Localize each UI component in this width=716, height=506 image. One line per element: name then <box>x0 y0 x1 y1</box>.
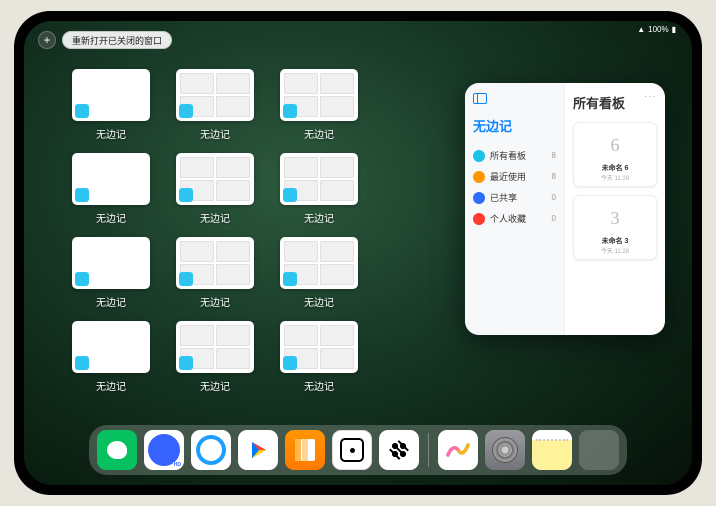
window-thumbnail[interactable]: 无边记 <box>280 153 358 225</box>
dock-app-freeform[interactable] <box>438 430 478 470</box>
window-label: 无边记 <box>304 210 334 225</box>
window-thumbnail[interactable]: 无边记 <box>176 237 254 309</box>
window-thumbnail[interactable]: 无边记 <box>176 321 254 393</box>
category-icon <box>473 150 485 162</box>
dock: HD <box>89 425 627 475</box>
window-thumbnail[interactable]: 无边记 <box>280 237 358 309</box>
sidebar-item-count: 0 <box>552 193 556 202</box>
battery-icon: ▮ <box>672 25 676 34</box>
dock-app-quark-hd[interactable]: HD <box>144 430 184 470</box>
board-time: 今天 11:29 <box>578 173 652 182</box>
dock-app-dot[interactable] <box>332 430 372 470</box>
window-label: 无边记 <box>96 126 126 141</box>
add-window-button[interactable]: + <box>38 31 56 49</box>
sidebar-item-count: 8 <box>552 151 556 160</box>
board-name: 未命名 6 <box>578 163 652 173</box>
sidebar-item-count: 8 <box>552 172 556 181</box>
window-thumbnail[interactable]: 无边记 <box>280 69 358 141</box>
sidebar-panel: 无边记 所有看板 8 最近使用 8 已共享 0 个人收藏 0 <box>465 83 565 335</box>
battery-text: 100% <box>648 25 668 34</box>
sidebar-item[interactable]: 最近使用 8 <box>473 166 556 187</box>
board-time: 今天 11:28 <box>578 246 652 255</box>
window-label: 无边记 <box>96 294 126 309</box>
sidebar-item[interactable]: 已共享 0 <box>473 187 556 208</box>
window-thumbnail[interactable]: 无边记 <box>176 69 254 141</box>
window-thumbnail[interactable]: 无边记 <box>72 153 150 225</box>
board-name: 未命名 3 <box>578 236 652 246</box>
reopen-closed-window-button[interactable]: 重新打开已关闭的窗口 <box>62 31 172 49</box>
status-bar: ▲ 100% ▮ <box>637 25 676 34</box>
window-thumbnail[interactable]: 无边记 <box>72 69 150 141</box>
category-icon <box>473 171 485 183</box>
window-label: 无边记 <box>200 210 230 225</box>
window-thumbnail[interactable]: 无边记 <box>280 321 358 393</box>
sidebar-item-label: 所有看板 <box>490 149 526 162</box>
board-thumbnail: 6 <box>596 129 634 161</box>
window-label: 无边记 <box>200 126 230 141</box>
dock-separator <box>428 433 429 467</box>
app-switcher-grid: 无边记无边记无边记无边记无边记无边记无边记无边记无边记无边记无边记无边记 <box>72 69 358 393</box>
sidebar-item-label: 已共享 <box>490 191 517 204</box>
sidebar-item-label: 个人收藏 <box>490 212 526 225</box>
window-thumbnail[interactable]: 无边记 <box>72 237 150 309</box>
dock-app-video[interactable] <box>238 430 278 470</box>
sidebar-item[interactable]: 个人收藏 0 <box>473 208 556 229</box>
sidebar-item-label: 最近使用 <box>490 170 526 183</box>
window-label: 无边记 <box>96 210 126 225</box>
sidebar-item[interactable]: 所有看板 8 <box>473 145 556 166</box>
category-icon <box>473 213 485 225</box>
slideover-panel[interactable]: ··· 无边记 所有看板8最近使用8已共享0个人收藏0 所有看板 6未命名 6今… <box>465 83 665 335</box>
window-thumbnail[interactable]: 无边记 <box>176 153 254 225</box>
sidebar-icon[interactable] <box>473 93 487 104</box>
boards-panel: 所有看板 6未命名 6今天 11:293未命名 3今天 11:28 <box>565 83 665 335</box>
wifi-icon: ▲ <box>637 25 645 34</box>
more-icon[interactable]: ··· <box>644 91 657 102</box>
dock-app-quark[interactable] <box>191 430 231 470</box>
sidebar-item-count: 0 <box>552 214 556 223</box>
window-label: 无边记 <box>96 378 126 393</box>
board-card[interactable]: 3 未命名 3今天 11:28 <box>573 195 657 260</box>
dock-app-wechat[interactable] <box>97 430 137 470</box>
dock-app-books[interactable] <box>285 430 325 470</box>
window-label: 无边记 <box>304 294 334 309</box>
window-thumbnail[interactable]: 无边记 <box>72 321 150 393</box>
window-label: 无边记 <box>304 378 334 393</box>
board-card[interactable]: 6 未命名 6今天 11:29 <box>573 122 657 187</box>
screen: ▲ 100% ▮ + 重新打开已关闭的窗口 无边记无边记无边记无边记无边记无边记… <box>24 21 692 485</box>
dock-app-settings[interactable] <box>485 430 525 470</box>
window-label: 无边记 <box>200 294 230 309</box>
window-label: 无边记 <box>200 378 230 393</box>
ipad-frame: ▲ 100% ▮ + 重新打开已关闭的窗口 无边记无边记无边记无边记无边记无边记… <box>14 11 702 495</box>
dock-app-library[interactable] <box>579 430 619 470</box>
dock-app-graph[interactable] <box>379 430 419 470</box>
dock-app-notes[interactable] <box>532 430 572 470</box>
category-icon <box>473 192 485 204</box>
board-thumbnail: 3 <box>596 202 634 234</box>
window-label: 无边记 <box>304 126 334 141</box>
sidebar-title: 无边记 <box>473 116 556 135</box>
